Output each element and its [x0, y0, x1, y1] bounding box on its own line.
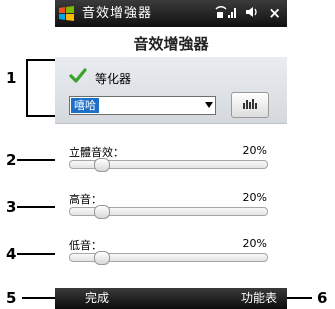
- close-icon[interactable]: ×: [268, 4, 281, 22]
- equalizer-settings-button[interactable]: [231, 92, 269, 118]
- equalizer-checkbox-label[interactable]: 等化器: [95, 70, 131, 87]
- callout-1-bracket: [26, 59, 28, 117]
- callout-4: 4: [6, 245, 17, 263]
- bass-slider-thumb[interactable]: [94, 251, 110, 265]
- sliders-area: 立體音效： 20% 高音： 20% 低音： 20%: [55, 124, 287, 282]
- surround-slider[interactable]: [69, 158, 268, 172]
- treble-slider[interactable]: [69, 205, 268, 219]
- soft-key-bar: 完成 功能表: [55, 288, 287, 309]
- treble-slider-thumb[interactable]: [94, 205, 110, 219]
- preset-dropdown[interactable]: 嘻哈: [69, 96, 216, 115]
- callout-6: 6: [317, 289, 328, 307]
- window-title: 音效增強器: [82, 6, 153, 21]
- bass-value: 20%: [242, 237, 267, 250]
- callout-2: 2: [6, 151, 17, 169]
- menu-softkey[interactable]: 功能表: [241, 288, 277, 309]
- surround-slider-thumb[interactable]: [94, 158, 110, 172]
- dropdown-arrow-icon[interactable]: [205, 102, 213, 108]
- callout-1: 1: [6, 69, 17, 87]
- surround-value: 20%: [242, 144, 267, 157]
- equalizer-bars-icon: [243, 99, 257, 109]
- windows-start-icon[interactable]: [58, 5, 75, 22]
- callout-3: 3: [6, 198, 17, 216]
- done-softkey[interactable]: 完成: [85, 288, 109, 309]
- phone-screen: 音效增強器 × 音效增強器 等化器 嘻哈 立體音效： 20% 高音： 20% 低…: [55, 0, 287, 309]
- title-bar: 音效增強器 ×: [55, 0, 287, 27]
- bass-slider[interactable]: [69, 251, 268, 265]
- callout-5: 5: [6, 289, 17, 307]
- speaker-icon: [246, 7, 258, 17]
- treble-value: 20%: [242, 191, 267, 204]
- equalizer-panel: 等化器 嘻哈: [55, 57, 287, 124]
- checkmark-icon[interactable]: [69, 67, 87, 85]
- preset-selected-value: 嘻哈: [71, 98, 99, 113]
- page-title: 音效增強器: [55, 27, 287, 57]
- callout-6-line: [283, 297, 312, 299]
- signal-icon: [215, 6, 237, 18]
